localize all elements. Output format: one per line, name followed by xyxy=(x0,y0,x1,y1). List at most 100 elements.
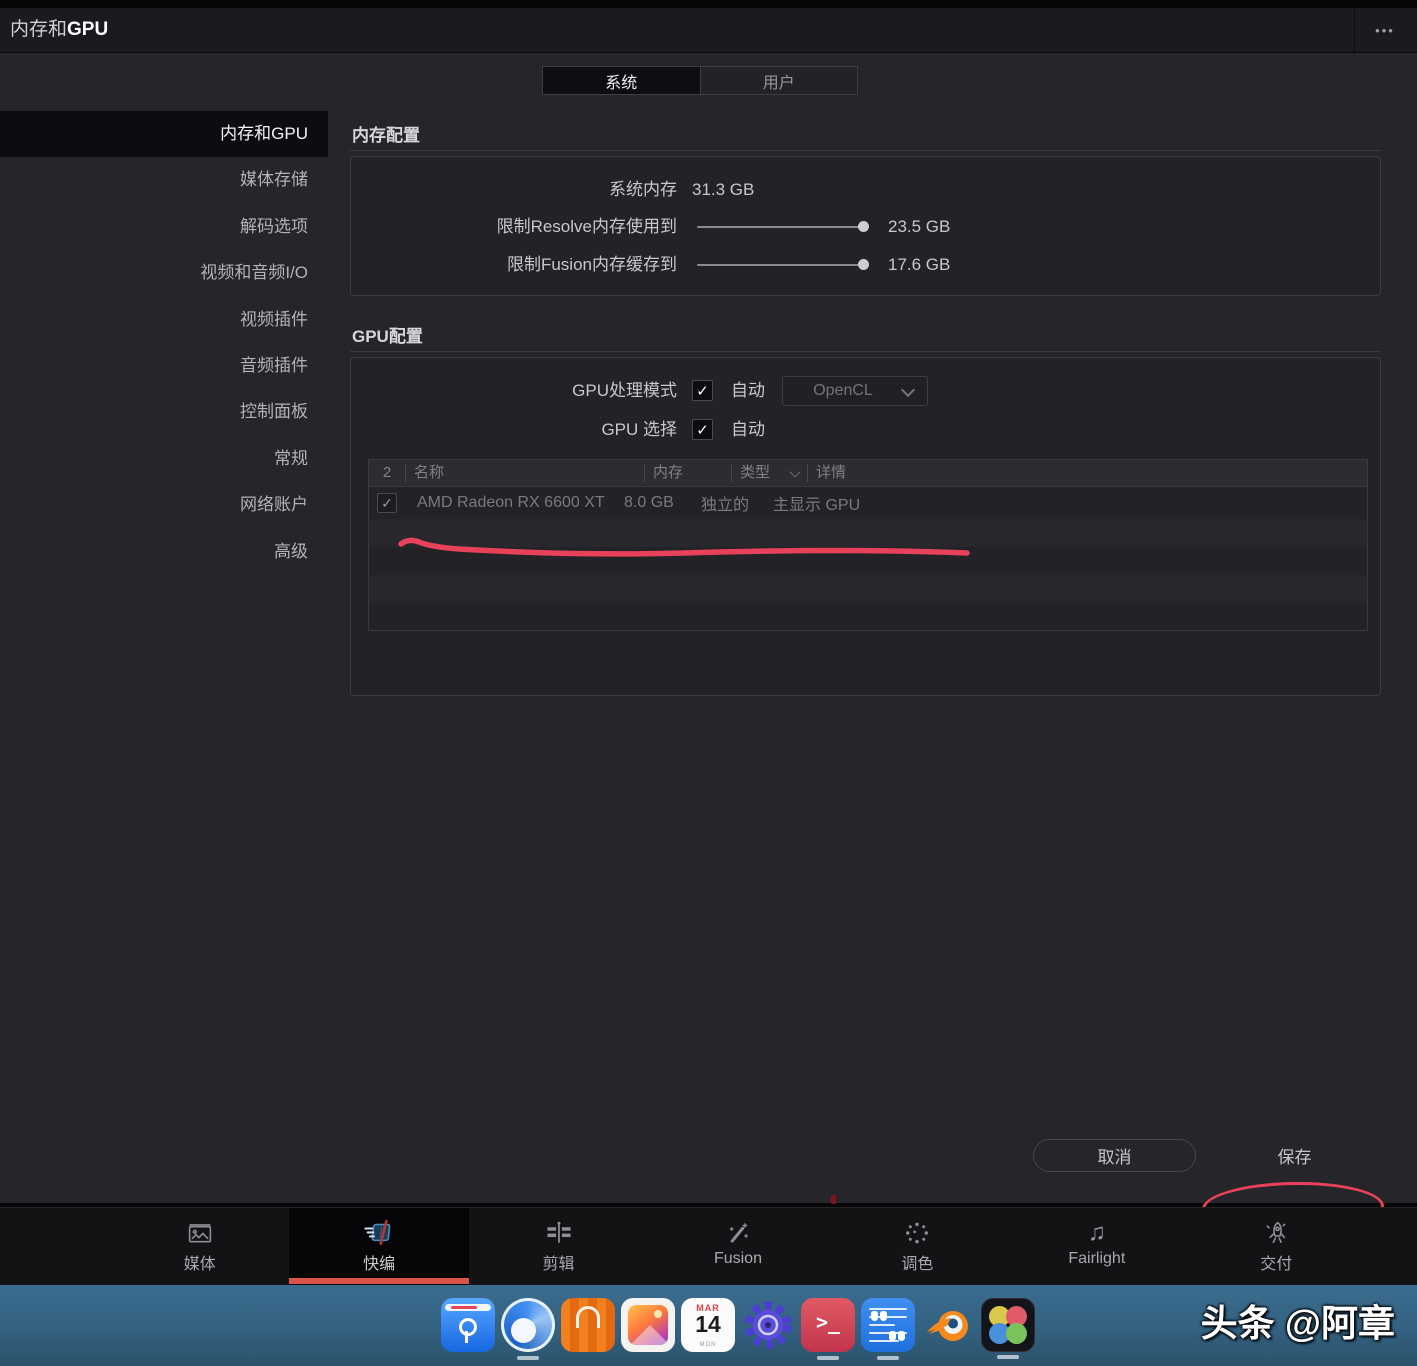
page-label: 媒体 xyxy=(184,1250,216,1274)
resolve-memory-limit-value: 23.5 GB xyxy=(888,215,950,239)
column-header-name: 名称 xyxy=(405,464,644,482)
sidebar-item-audio-plugins[interactable]: 音频插件 xyxy=(0,343,328,389)
store-bag-handle xyxy=(576,1306,600,1328)
sidebar-item-advanced[interactable]: 高级 xyxy=(0,529,328,575)
gpu-name-cell: AMD Radeon RX 6600 XT xyxy=(397,494,616,512)
fusion-cache-limit-label: 限制Fusion内存缓存到 xyxy=(350,253,677,277)
gear-icon xyxy=(742,1299,794,1351)
slider-handle[interactable] xyxy=(858,259,869,270)
sidebar-item-decode-options[interactable]: 解码选项 xyxy=(0,204,328,250)
resolve-memory-limit-label: 限制Resolve内存使用到 xyxy=(350,215,677,239)
titlebar-divider xyxy=(1354,8,1355,52)
gpu-section-title: GPU配置 xyxy=(352,322,423,347)
slider-track[interactable] xyxy=(697,226,869,228)
dock-icon-text-editor[interactable] xyxy=(861,1298,915,1352)
calendar-day: 14 xyxy=(681,1311,735,1338)
media-page-icon xyxy=(185,1217,215,1249)
file-manager-glyph xyxy=(459,1318,477,1336)
system-memory-label: 系统内存 xyxy=(350,178,677,202)
gpu-mode-auto-label: 自动 xyxy=(731,379,765,403)
fairlight-page-icon: ♫ xyxy=(1088,1217,1106,1249)
gpu-mode-auto-checkbox[interactable]: ✓ xyxy=(692,380,713,401)
page-label: 快编 xyxy=(363,1250,395,1274)
chevron-down-icon[interactable] xyxy=(789,466,800,477)
column-header-detail: 详情 xyxy=(807,464,1367,482)
gpu-row-checkbox[interactable]: ✓ xyxy=(377,493,397,513)
page-label: 剪辑 xyxy=(543,1250,575,1274)
resolve-memory-limit-slider[interactable] xyxy=(697,215,875,239)
gpu-api-value: OpenCL xyxy=(783,382,903,400)
sidebar-item-control-panels[interactable]: 控制面板 xyxy=(0,389,328,435)
dock-icon-control-center[interactable] xyxy=(741,1298,795,1352)
editor-line xyxy=(869,1308,907,1310)
window-menu-button[interactable]: ••• xyxy=(1359,8,1411,52)
column-header-type: 类型 xyxy=(731,464,807,482)
memory-section-title: 内存配置 xyxy=(352,121,420,146)
sidebar-item-internet-accounts[interactable]: 网络账户 xyxy=(0,482,328,528)
dock-icon-gallery[interactable] xyxy=(621,1298,675,1352)
fusion-cache-limit-value: 17.6 GB xyxy=(888,253,950,277)
deliver-page-icon xyxy=(1261,1217,1291,1249)
file-manager-band xyxy=(445,1304,491,1311)
calendar-weekday: MON xyxy=(681,1342,735,1348)
page-label: 调色 xyxy=(901,1250,933,1274)
column-header-memory: 内存 xyxy=(644,464,731,482)
sidebar-item-media-storage[interactable]: 媒体存储 xyxy=(0,157,328,203)
gpu-section-rule xyxy=(350,351,1381,352)
gpu-memory-cell: 8.0 GB xyxy=(616,494,693,512)
page-deliver[interactable]: 交付 xyxy=(1187,1208,1366,1286)
tab-system[interactable]: 系统 xyxy=(543,67,700,94)
browser-inner xyxy=(511,1318,536,1343)
dock-icon-davinci-resolve[interactable] xyxy=(981,1298,1035,1352)
check-icon: ✓ xyxy=(696,382,709,400)
gpu-select-auto-label: 自动 xyxy=(731,418,765,442)
save-button[interactable]: 保存 xyxy=(1213,1139,1376,1172)
dialog-title-bold: GPU xyxy=(67,19,108,40)
gpu-table: 2 名称 内存 类型 详情 ✓ AMD Radeon RX 6600 XT 8.… xyxy=(368,459,1368,631)
slider-handle[interactable] xyxy=(858,221,869,232)
system-memory-value: 31.3 GB xyxy=(692,178,754,202)
dock-icon-calendar[interactable]: MAR 14 MON xyxy=(681,1298,735,1352)
column-header-type-label: 类型 xyxy=(740,464,770,482)
tab-user[interactable]: 用户 xyxy=(700,67,858,94)
slider-track[interactable] xyxy=(697,264,869,266)
page-cut[interactable]: 快编 xyxy=(289,1208,468,1286)
dock-icon-app-store[interactable] xyxy=(561,1298,615,1352)
dock-icon-blender[interactable] xyxy=(921,1298,975,1352)
chevron-down-icon xyxy=(901,382,915,396)
page-color[interactable]: 调色 xyxy=(828,1208,1007,1286)
page-fairlight[interactable]: ♫ Fairlight xyxy=(1007,1208,1186,1286)
fusion-cache-limit-slider[interactable] xyxy=(697,253,875,277)
gpu-detail-cell: 主显示 GPU xyxy=(759,491,1367,515)
dock-icon-browser[interactable] xyxy=(501,1298,555,1352)
gpu-count-header: 2 xyxy=(369,464,405,482)
gpu-api-dropdown[interactable]: OpenCL xyxy=(782,376,928,406)
watermark: 头条 @阿章 xyxy=(1201,1293,1395,1347)
dock-icon-file-manager[interactable] xyxy=(441,1298,495,1352)
page-label: Fusion xyxy=(714,1250,762,1268)
dock-icon-terminal[interactable]: >_ xyxy=(801,1298,855,1352)
desktop-dock: MAR 14 MON >_ xyxy=(0,1285,1417,1366)
gpu-select-auto-checkbox[interactable]: ✓ xyxy=(692,419,713,440)
cancel-button[interactable]: 取消 xyxy=(1033,1139,1196,1172)
page-media[interactable]: 媒体 xyxy=(110,1208,289,1286)
gpu-table-row[interactable]: ✓ AMD Radeon RX 6600 XT 8.0 GB 独立的 主显示 G… xyxy=(369,487,1367,519)
gpu-mode-label: GPU处理模式 xyxy=(350,379,677,403)
sidebar-item-general[interactable]: 常规 xyxy=(0,436,328,482)
scope-tabs: 系统 用户 xyxy=(542,66,858,95)
sidebar-item-video-plugins[interactable]: 视频插件 xyxy=(0,297,328,343)
resolve-ball-green xyxy=(1006,1323,1027,1344)
page-edit[interactable]: 剪辑 xyxy=(469,1208,648,1286)
dialog-title-prefix: 内存和 xyxy=(10,19,67,40)
cut-page-icon xyxy=(362,1217,396,1249)
page-fusion[interactable]: Fusion xyxy=(648,1208,827,1286)
fusion-page-icon xyxy=(723,1217,753,1249)
page-label: 交付 xyxy=(1260,1250,1292,1274)
page-label: Fairlight xyxy=(1068,1250,1125,1268)
empty-table-row xyxy=(369,547,1367,575)
terminal-prompt-glyph: >_ xyxy=(801,1310,855,1334)
ellipsis-icon: ••• xyxy=(1375,23,1395,38)
gallery-mountain xyxy=(628,1325,668,1345)
sidebar-item-memory-gpu[interactable]: 内存和GPU xyxy=(0,111,328,157)
sidebar-item-video-audio-io[interactable]: 视频和音频I/O xyxy=(0,250,328,296)
